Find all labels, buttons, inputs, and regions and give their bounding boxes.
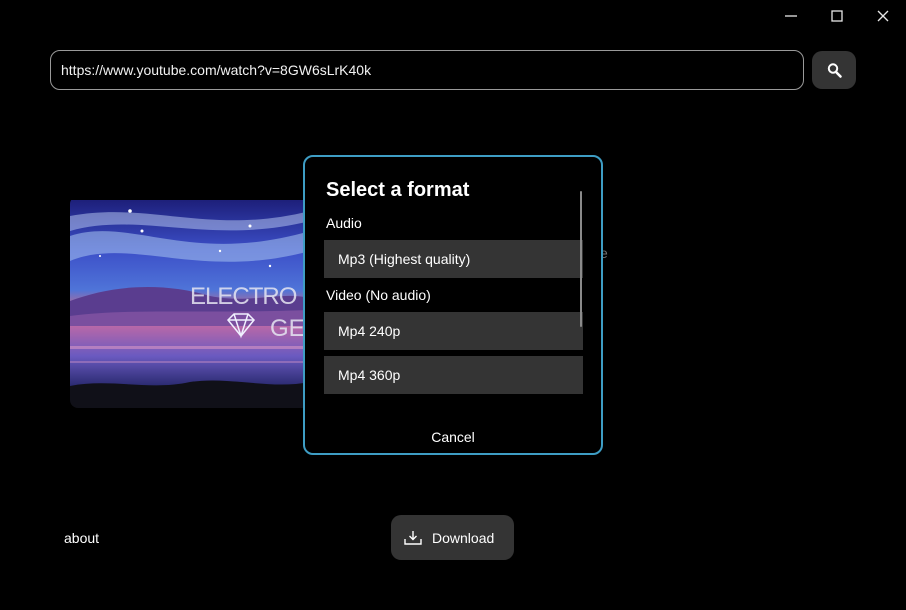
format-dialog: Select a format Audio Mp3 (Highest quali…: [303, 155, 603, 455]
download-label: Download: [432, 529, 495, 546]
close-icon: [877, 10, 889, 22]
thumbnail-text-2: GE: [270, 315, 305, 342]
search-icon: [827, 63, 842, 78]
video-section-label: Video (No audio): [326, 287, 431, 303]
url-bar: [50, 50, 804, 90]
dialog-scrollbar[interactable]: [580, 191, 582, 327]
about-link[interactable]: about: [64, 530, 99, 546]
format-option-label: Mp4 360p: [338, 367, 401, 383]
format-option-mp4-240p[interactable]: Mp4 240p: [324, 312, 583, 350]
format-option-mp3[interactable]: Mp3 (Highest quality): [324, 240, 583, 278]
video-thumbnail: ELECTRO GE: [70, 196, 310, 408]
thumbnail-text-1: ELECTRO: [190, 283, 297, 310]
audio-section-label: Audio: [326, 215, 362, 231]
format-option-mp4-360p[interactable]: Mp4 360p: [324, 356, 583, 394]
cancel-button[interactable]: Cancel: [305, 429, 601, 445]
download-button[interactable]: Download: [391, 515, 514, 560]
minimize-icon: [785, 15, 797, 17]
format-option-label: Mp4 240p: [338, 323, 401, 339]
minimize-button[interactable]: [768, 0, 814, 32]
close-button[interactable]: [860, 0, 906, 32]
window-controls: [768, 0, 906, 32]
url-input[interactable]: [61, 62, 803, 78]
search-button[interactable]: [812, 51, 856, 89]
format-option-label: Mp3 (Highest quality): [338, 251, 471, 267]
maximize-icon: [831, 10, 843, 22]
dialog-title: Select a format: [326, 179, 470, 201]
download-icon: [404, 530, 422, 545]
maximize-button[interactable]: [814, 0, 860, 32]
